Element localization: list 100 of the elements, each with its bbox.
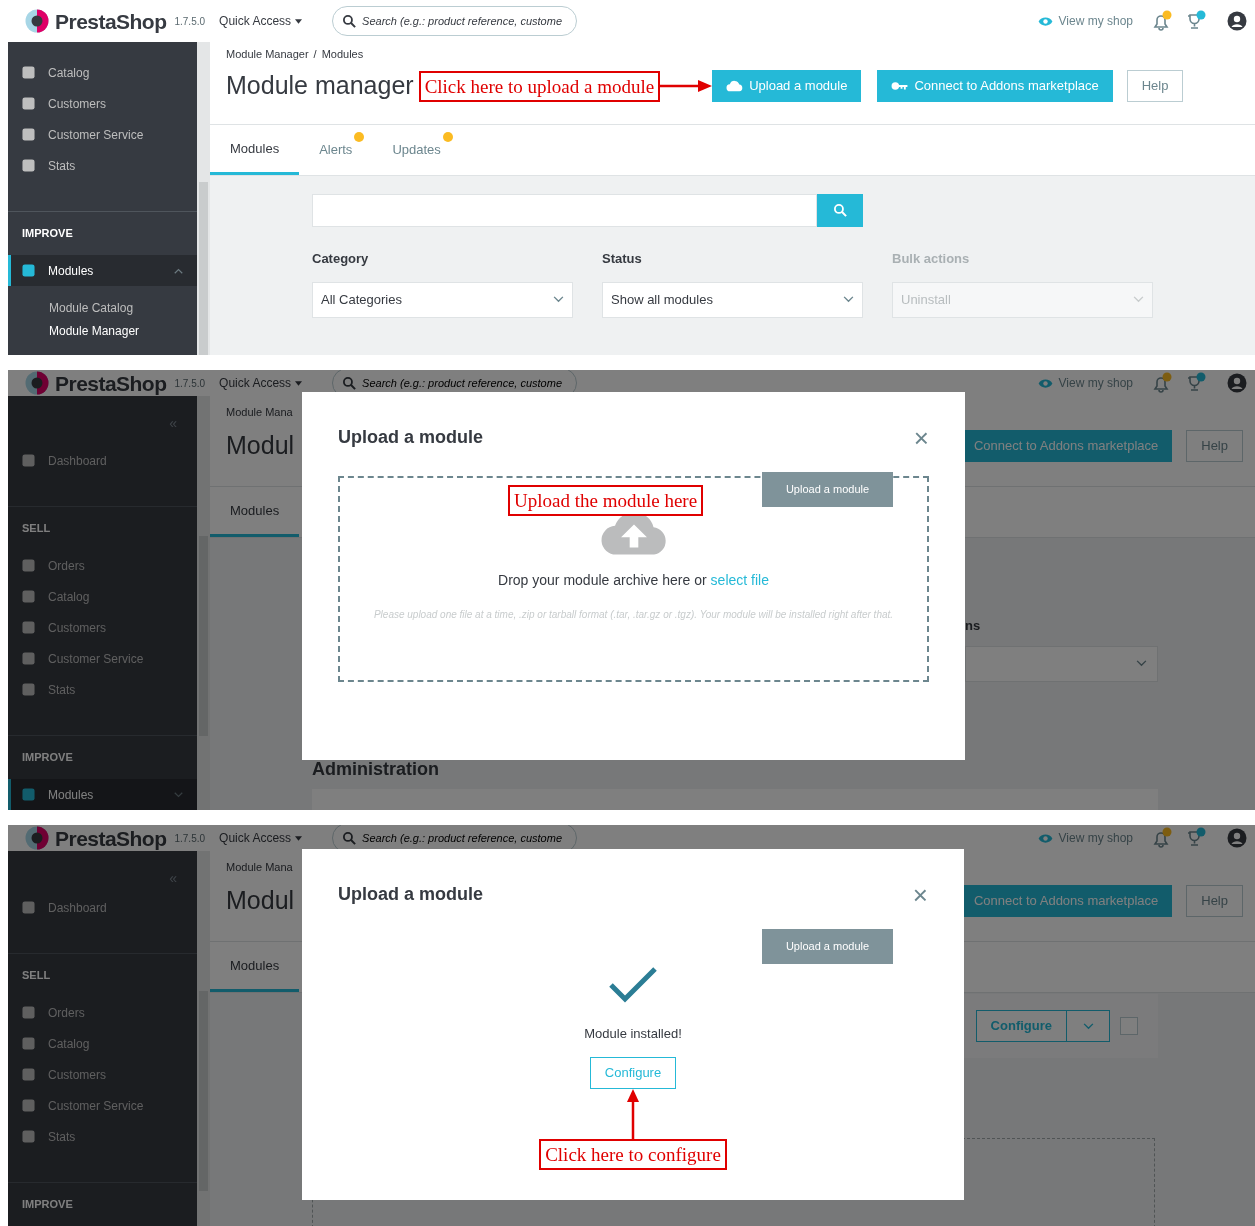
logo-icon[interactable] xyxy=(25,9,49,33)
trophy-icon[interactable] xyxy=(1185,372,1207,394)
quick-access-button[interactable]: Quick Access xyxy=(219,829,303,847)
select-file-link[interactable]: select file xyxy=(710,570,769,591)
eye-icon xyxy=(1037,15,1053,27)
view-shop-link[interactable]: View my shop xyxy=(1037,829,1133,847)
upload-button[interactable]: Upload a module xyxy=(712,70,862,102)
page-title: Module manager xyxy=(226,70,414,102)
cloud-upload-icon xyxy=(726,80,744,92)
bell-icon[interactable] xyxy=(1151,10,1173,32)
sidebar-item[interactable]: Modules xyxy=(8,255,197,286)
trophy-icon[interactable] xyxy=(1185,10,1207,32)
view-shop-link[interactable]: View my shop xyxy=(1037,12,1133,30)
square-icon xyxy=(22,683,35,696)
page-title: Modul xyxy=(226,430,295,462)
eye-icon xyxy=(1037,832,1053,844)
close-button[interactable]: × xyxy=(912,881,928,908)
help-button[interactable]: Help xyxy=(1186,430,1243,462)
search-field[interactable]: Search (e.g.: product reference, custome xyxy=(332,6,578,36)
status-message: Module installed! xyxy=(584,1025,682,1043)
sidebar-item[interactable]: Customer Service xyxy=(8,1090,197,1121)
sidebar-item[interactable]: Orders xyxy=(8,997,197,1028)
tab[interactable]: Alerts xyxy=(299,125,373,175)
search-icon xyxy=(833,204,847,217)
configure-button[interactable]: Configure xyxy=(589,1056,677,1089)
search-placeholder: Search (e.g.: product reference, custome xyxy=(362,13,562,29)
scrollbar-thumb[interactable] xyxy=(199,182,208,355)
bell-icon[interactable] xyxy=(1151,372,1173,394)
drop-instruction: Drop your module archive here or xyxy=(498,571,707,590)
search-field[interactable] xyxy=(312,194,817,227)
breadcrumb-link[interactable]: Module Mana xyxy=(226,403,293,421)
sidebar-item[interactable]: Customers xyxy=(8,1059,197,1090)
annotation-callout: Upload the module here xyxy=(508,485,704,516)
sidebar-item[interactable]: Stats xyxy=(8,150,197,181)
sidebar-item[interactable]: Orders xyxy=(8,550,197,581)
square-icon xyxy=(22,652,35,665)
square-icon xyxy=(22,559,35,572)
tooltip: Upload a module xyxy=(762,929,893,964)
annotation-callout: Click here to upload a module xyxy=(418,70,661,102)
square-icon xyxy=(22,454,35,467)
sidebar-item[interactable]: Stats xyxy=(8,674,197,705)
close-button[interactable]: × xyxy=(913,424,929,451)
chevron-icon xyxy=(843,296,854,303)
sidebar-item[interactable]: Customers xyxy=(8,612,197,643)
annotation-callout: Click here to configure xyxy=(539,1138,727,1170)
version-label: 1.7.5.0 xyxy=(174,376,206,391)
search-button[interactable] xyxy=(817,194,863,227)
chevron-icon xyxy=(1133,296,1144,303)
sidebar-item[interactable]: Catalog xyxy=(8,1028,197,1059)
breadcrumb-link[interactable]: Module Manager xyxy=(226,45,309,63)
submenu-item[interactable]: Module Catalog xyxy=(8,296,197,319)
search-icon xyxy=(343,831,357,845)
square-icon xyxy=(22,901,35,914)
modal-title: Upload a module xyxy=(338,426,483,449)
modal-title: Upload a module xyxy=(338,883,483,906)
section-heading: IMPROVE xyxy=(22,1197,73,1213)
sidebar-item[interactable]: Dashboard xyxy=(8,445,197,476)
breadcrumb-separator: / xyxy=(313,46,317,62)
caret-icon xyxy=(295,18,303,24)
key-icon xyxy=(891,81,909,91)
filter-label: Category xyxy=(312,250,370,268)
quick-access-button[interactable]: Quick Access xyxy=(219,12,303,30)
chevron-icon xyxy=(1082,1022,1094,1030)
addons-button[interactable]: Connect to Addons marketplace xyxy=(877,70,1113,102)
quick-access-button[interactable]: Quick Access xyxy=(219,374,303,392)
submenu-item[interactable]: Module Manager xyxy=(8,319,197,342)
page-title: Modul xyxy=(226,885,295,917)
square-icon xyxy=(22,590,35,603)
sidebar-item[interactable]: Catalog xyxy=(8,57,197,88)
sidebar-item[interactable]: Customers xyxy=(8,88,197,119)
breadcrumb-link[interactable]: Modules xyxy=(321,45,364,63)
section-title: Administration xyxy=(312,757,440,781)
sidebar-item[interactable]: Dashboard xyxy=(8,892,197,923)
square-icon xyxy=(22,128,35,141)
user-icon[interactable] xyxy=(1227,11,1247,31)
version-label: 1.7.5.0 xyxy=(174,14,206,29)
chevron-icon xyxy=(553,296,564,303)
square-icon xyxy=(22,1006,35,1019)
tab[interactable]: Updates xyxy=(372,125,461,175)
checkmark-icon xyxy=(608,966,658,1004)
section-heading: SELL xyxy=(22,968,51,984)
filter-label: ns xyxy=(965,617,982,635)
checkbox[interactable] xyxy=(1120,1017,1138,1035)
breadcrumb-link[interactable]: Module Mana xyxy=(226,858,293,876)
bell-icon[interactable] xyxy=(1151,827,1173,849)
sidebar-item[interactable]: Customer Service xyxy=(8,119,197,150)
help-button[interactable]: Help xyxy=(1186,885,1243,917)
view-shop-link[interactable]: View my shop xyxy=(1037,374,1133,392)
sidebar-item[interactable]: Catalog xyxy=(8,581,197,612)
sidebar-item[interactable]: Stats xyxy=(8,1121,197,1152)
select-dropdown: Uninstall xyxy=(892,281,1153,318)
sidebar-item[interactable]: Modules xyxy=(8,779,197,810)
trophy-icon[interactable] xyxy=(1185,827,1207,849)
sidebar-item[interactable]: Customer Service xyxy=(8,643,197,674)
select-dropdown[interactable]: All Categories xyxy=(312,281,573,318)
section-heading: IMPROVE xyxy=(22,750,73,766)
select-dropdown[interactable]: Show all modules xyxy=(602,281,863,318)
brand-name: PrestaShop xyxy=(55,372,167,394)
help-button[interactable]: Help xyxy=(1126,70,1184,102)
search-placeholder: Search (e.g.: product reference, custome xyxy=(362,830,562,846)
